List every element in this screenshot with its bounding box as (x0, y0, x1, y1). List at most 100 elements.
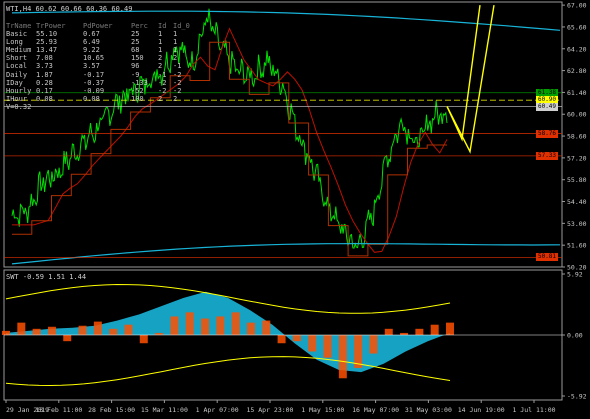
time-tick-label: 1 May 15:00 (301, 406, 344, 414)
col-header: TrName (6, 22, 32, 30)
oscillator-bar (323, 335, 332, 358)
main-chart-header: WTI,H4 60.62 60.66 60.36 60.49 (6, 5, 133, 13)
oscillator-bar (78, 325, 87, 335)
table-cell: 9.22 (83, 46, 100, 55)
table-cell: -2 (158, 86, 167, 95)
table-cell: Hourly (6, 86, 32, 95)
table-cell: 0.67 (83, 30, 100, 39)
table-cell: 25.93 (36, 38, 58, 47)
price-tick-label: 62.80 (567, 67, 587, 75)
indicator-tick-label: 0.00 (567, 332, 583, 340)
table-cell: Short (6, 54, 28, 63)
chart-window: 67.00 65.60 64.20 62.80 61.40 60.00 58.60 57.20… (0, 0, 590, 419)
table-cell: 6.49 (83, 38, 100, 47)
time-tick-label: 14 Jun 19:00 (458, 406, 505, 414)
price-tick-label: 57.20 (567, 154, 587, 162)
col-header: Perc (131, 22, 148, 30)
table-cell: Local (6, 62, 28, 71)
table-cell: -1 (158, 70, 167, 79)
table-row: Short 7.08 10.65 150 2 2 (6, 54, 187, 62)
oscillator-bar (262, 320, 271, 335)
table-row: Medium 13.47 9.22 68 1 1 (6, 46, 187, 54)
indicator-tick-label: 5.92 (567, 271, 583, 279)
price-tag: 58.76 (536, 129, 558, 138)
oscillator-bar (216, 316, 225, 335)
indicator-header: SWT -0.59 1.51 1.44 (6, 273, 87, 281)
price-tick-label: 61.40 (567, 89, 587, 97)
oscillator-bar (308, 335, 317, 352)
table-cell: 100 (131, 94, 144, 103)
table-cell: 1.87 (36, 70, 53, 79)
price-tick-label: 54.40 (567, 198, 587, 206)
table-cell: 7.08 (36, 54, 53, 63)
col-header: TrPower (36, 22, 66, 30)
oscillator-bar (277, 335, 286, 344)
table-cell: 2 (173, 94, 178, 103)
oscillator-bar (109, 328, 118, 335)
table-cell: 25 (131, 30, 140, 39)
table-cell: IDay (6, 78, 23, 87)
table-cell: 0.28 (36, 78, 53, 87)
oscillator-bar (384, 328, 393, 335)
table-cell: 2 (158, 54, 163, 63)
table-body: Basic 55.10 0.67 25 1 1 Long 25.93 6.49 25 1 1 Mediu… (6, 30, 187, 103)
table-cell: -0.37 (83, 78, 105, 87)
oscillator-bar (63, 335, 72, 342)
table-cell: IHour (6, 94, 28, 103)
oscillator-bar (415, 328, 424, 335)
table-cell: -0.09 (83, 86, 105, 95)
table-cell: 1 (158, 38, 163, 47)
table-row: IDay 0.28 -0.37 -133 -2 -2 (6, 79, 187, 87)
price-tick-label: 53.00 (567, 220, 587, 228)
time-tick-label: 15 Apr 23:00 (247, 406, 294, 414)
table-row: Long 25.93 6.49 25 1 1 (6, 38, 187, 46)
time-tick-label: 1 Apr 07:00 (196, 406, 239, 414)
table-row: IHour 0.08 0.08 100 2 2 (6, 95, 187, 103)
oscillator-bar (292, 335, 301, 342)
time-tick-label: 31 May 03:00 (405, 406, 452, 414)
time-tick-label: 13 Feb 11:00 (35, 406, 82, 414)
table-cell: 1 (158, 30, 163, 39)
table-cell: 68 (131, 46, 140, 55)
oscillator-bar (32, 328, 41, 335)
price-tag: 57.33 (536, 151, 558, 160)
price-tick-label: 55.80 (567, 176, 587, 184)
table-cell: -9 (131, 70, 140, 79)
table-cell: 2 (158, 94, 163, 103)
oscillator-bar (338, 335, 347, 379)
table-row: Basic 55.10 0.67 25 1 1 (6, 30, 187, 38)
table-cell: 10.65 (83, 54, 105, 63)
table-footer: V=0.32 (6, 102, 32, 111)
table-cell: Daily (6, 70, 28, 79)
time-tick-label: 15 Mar 11:00 (141, 406, 188, 414)
oscillator-bar (246, 322, 255, 335)
oscillator-bar (155, 332, 164, 335)
oscillator-bar (201, 318, 210, 335)
table-cell: 1 (173, 38, 178, 47)
table-cell: Medium (6, 46, 32, 55)
oscillator-bar (369, 335, 378, 354)
oscillator-bar (430, 324, 439, 335)
table-cell: -2 (173, 86, 182, 95)
price-tag: 60.49 (536, 102, 558, 111)
table-cell: -1 (173, 62, 182, 71)
table-row: Local 3.73 3.57 96 2 -1 (6, 62, 187, 70)
table-cell: 13.47 (36, 46, 58, 55)
indicator-tick-label: -5.92 (567, 393, 587, 401)
col-header: Id_0 (173, 22, 190, 30)
table-cell: -0.17 (83, 70, 105, 79)
table-cell: 2 (173, 54, 178, 63)
time-tick-label: 1 Jul 11:00 (512, 406, 555, 414)
price-tick-label: 58.60 (567, 133, 587, 141)
time-tick-label: 16 May 07:00 (352, 406, 399, 414)
table-cell: 55.10 (36, 30, 58, 39)
table-cell: -2 (173, 70, 182, 79)
table-cell: Long (6, 38, 23, 47)
oscillator-bar (139, 335, 148, 344)
oscillator-bar (93, 321, 102, 335)
table-row: Daily 1.87 -0.17 -9 -1 -2 (6, 71, 187, 79)
oscillator-bar (170, 316, 179, 335)
price-tick-label: 64.20 (567, 45, 587, 53)
table-cell: 3.57 (83, 62, 100, 71)
table-cell: -2 (173, 78, 182, 87)
